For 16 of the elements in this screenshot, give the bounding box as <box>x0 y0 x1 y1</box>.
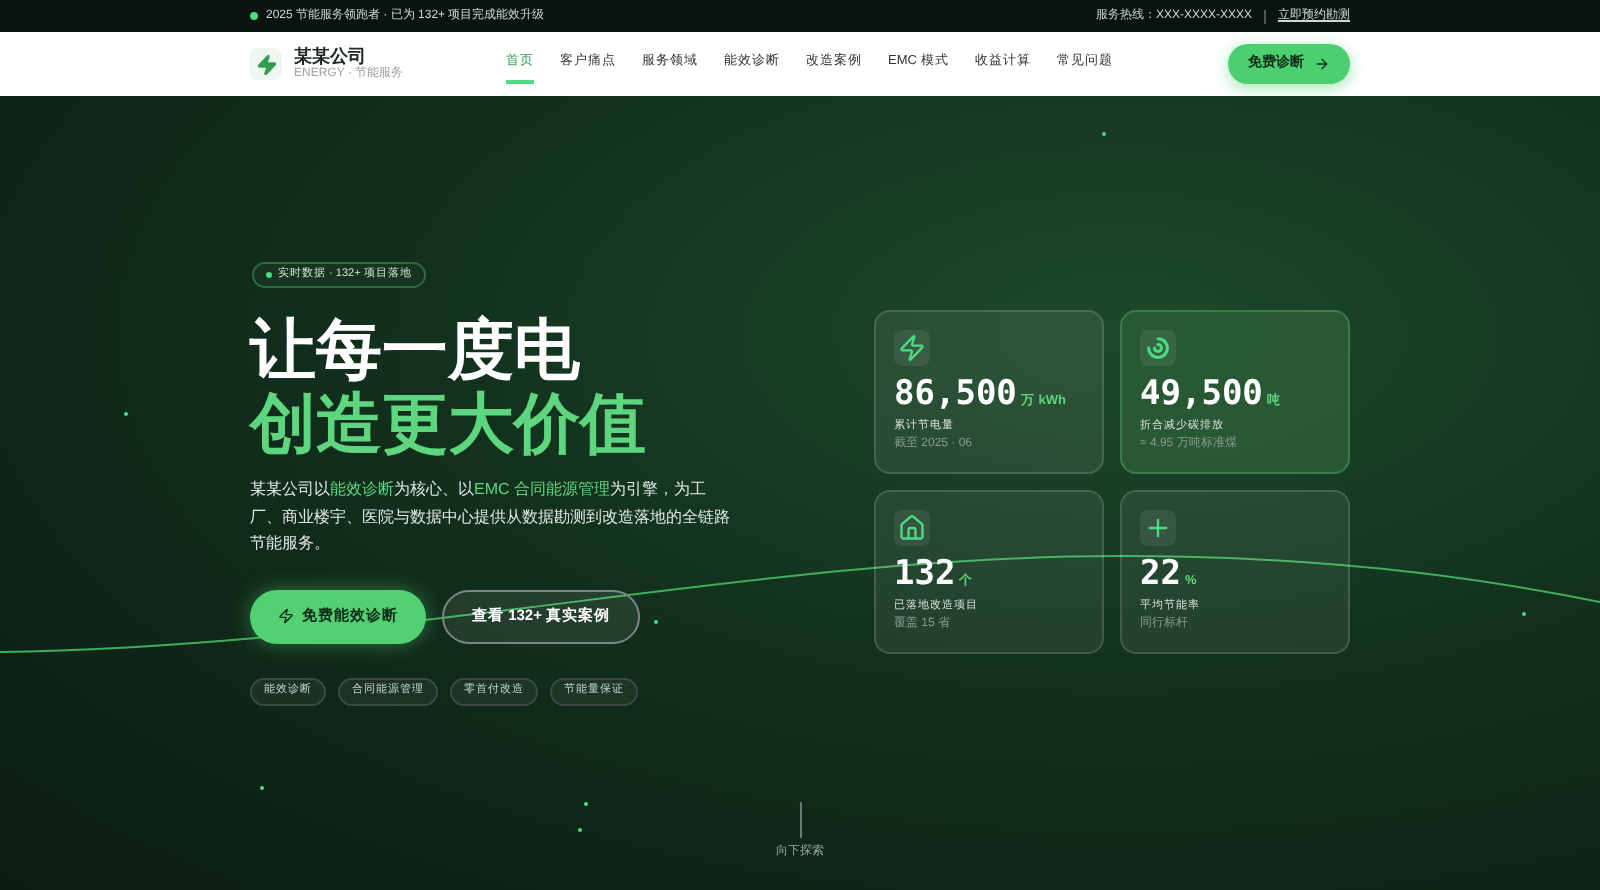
lightning-icon <box>278 608 294 624</box>
brand-name: 某某公司 <box>294 48 368 66</box>
lightning-icon <box>898 334 926 362</box>
hero-title-highlight: 创造更大价值 <box>250 386 648 460</box>
logo-icon <box>250 48 282 80</box>
arrow-right-icon <box>1314 56 1330 72</box>
scroll-line <box>799 802 801 838</box>
hero-title: 让每一度电 <box>250 312 582 386</box>
plus-icon <box>1144 514 1172 542</box>
stat-value: 22 <box>1140 554 1181 594</box>
stat-value: 86,500 <box>894 374 1017 414</box>
hero-description: 某某公司以能效诊断为核心、以EMC 合同能源管理为引擎，为工厂、商业楼宇、医院与数据中心提供从数据勘测到改造落地的全链路节能服务。 <box>250 478 732 556</box>
ring-arc-icon <box>1144 334 1172 362</box>
stat-value: 49,500 <box>1140 374 1263 414</box>
stat-value: 132 <box>894 554 956 594</box>
house-icon <box>898 514 926 542</box>
